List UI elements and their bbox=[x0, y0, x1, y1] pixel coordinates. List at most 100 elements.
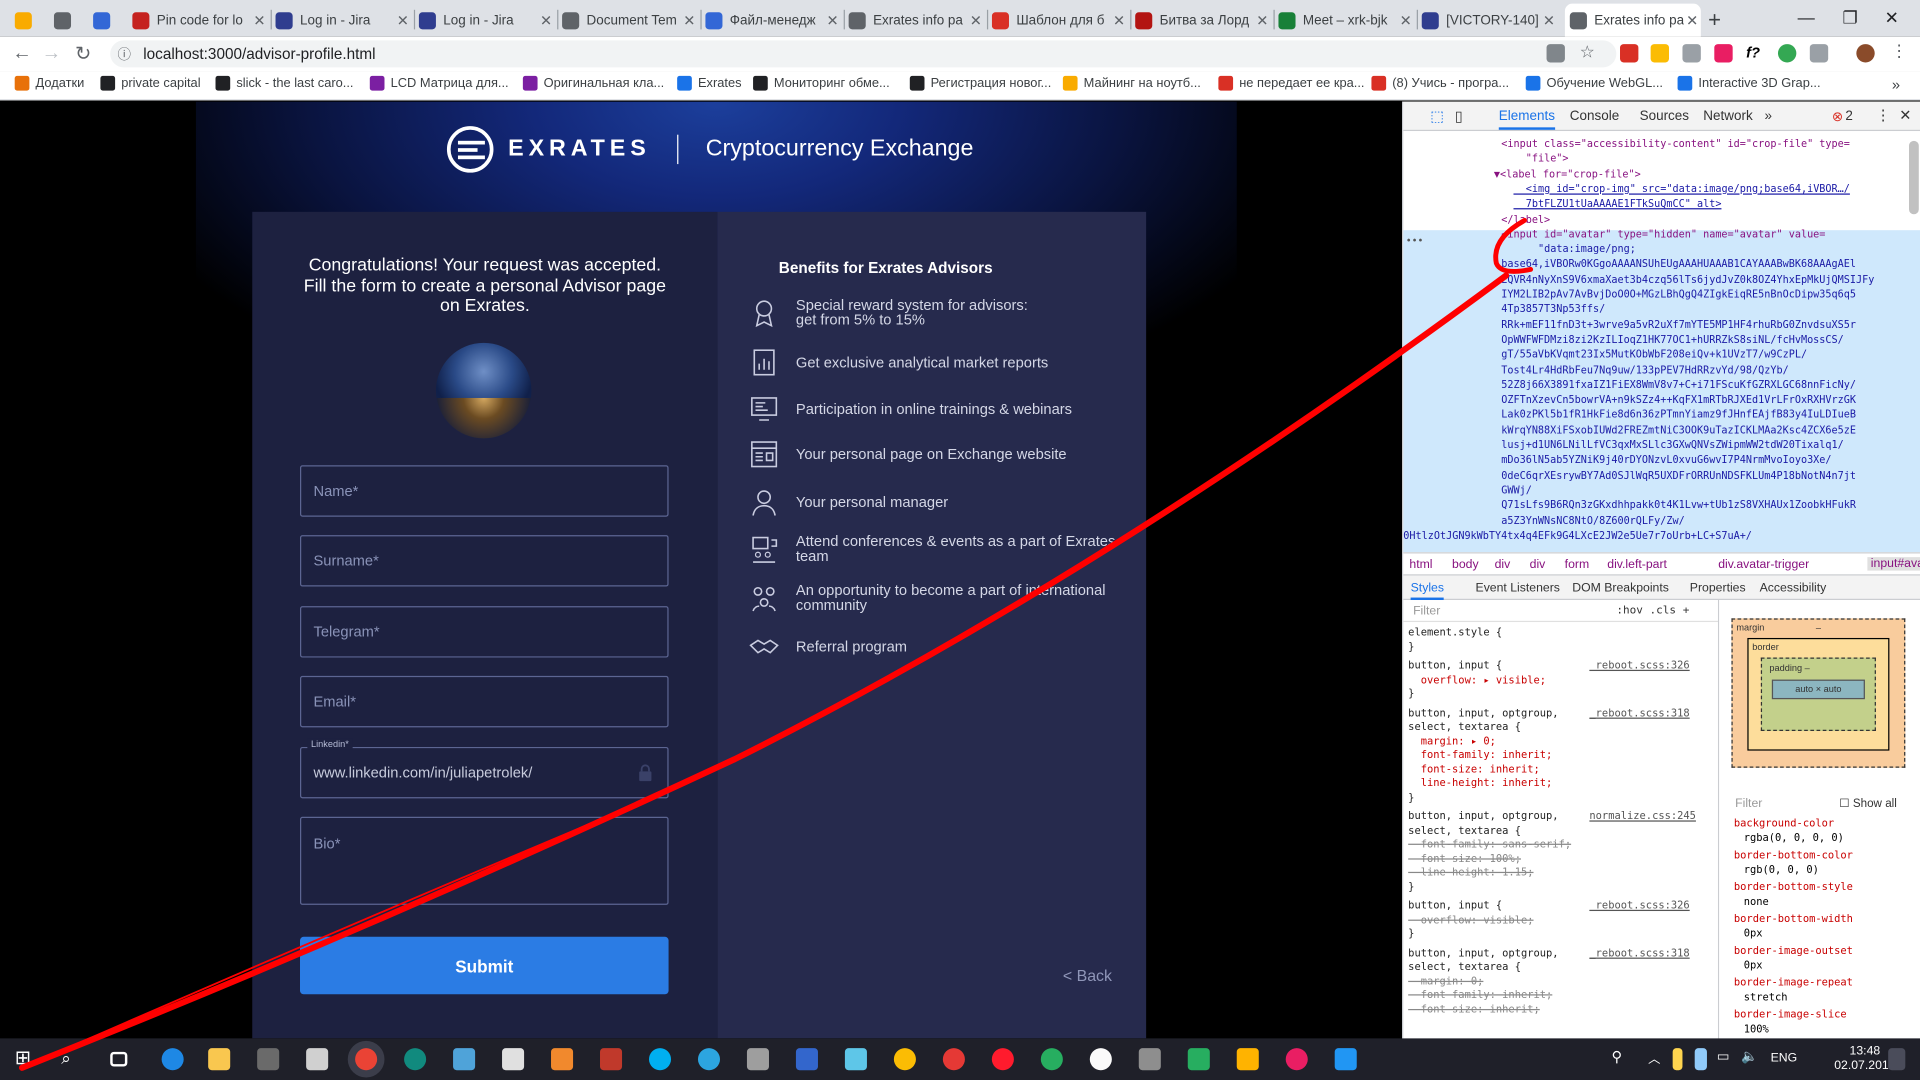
breadcrumb-item[interactable]: body bbox=[1452, 558, 1479, 571]
dom-line[interactable]: ▼<label for="crop-file"> bbox=[1494, 166, 1641, 181]
dom-line[interactable]: 4Tp3857T3Np53ffs/ bbox=[1501, 302, 1605, 317]
tab-close-icon[interactable]: ✕ bbox=[394, 12, 411, 29]
menu-icon[interactable]: ⋮ bbox=[1891, 40, 1909, 60]
tab-close-icon[interactable]: ✕ bbox=[1111, 12, 1128, 29]
extension-icon-3[interactable] bbox=[1682, 44, 1701, 63]
bookmark-item[interactable]: (8) Учись - програ... bbox=[1371, 75, 1509, 91]
browser-tab[interactable]: Pin code for lo ✕ bbox=[132, 4, 268, 37]
css-source-link[interactable]: _reboot.scss:326 bbox=[1589, 900, 1689, 914]
breadcrumb-item[interactable]: input#avatar bbox=[1867, 557, 1920, 571]
filezilla-icon[interactable] bbox=[600, 1048, 623, 1071]
dom-line[interactable]: <input class="accessibility-content" id=… bbox=[1501, 136, 1850, 151]
bookmark-item[interactable]: не передает ее кра... bbox=[1218, 75, 1365, 91]
site-logo[interactable]: EXRATES Cryptocurrency Exchange bbox=[446, 126, 973, 173]
app-icon-4[interactable] bbox=[844, 1048, 867, 1071]
store-icon[interactable] bbox=[257, 1048, 280, 1071]
bookmark-item[interactable]: LCD Матрица для... bbox=[369, 75, 509, 91]
language-indicator[interactable]: ENG bbox=[1771, 1052, 1798, 1065]
tray-chevron-icon[interactable]: ︿ bbox=[1648, 1048, 1670, 1070]
dom-line[interactable]: IYM2LIB2pAv7AvBvjDoO0O+MGzLBhQgQ4ZIgkEiq… bbox=[1501, 287, 1856, 302]
bookmark-item[interactable]: Обучение WebGL... bbox=[1525, 75, 1663, 91]
app-icon-8[interactable] bbox=[1089, 1048, 1112, 1071]
bookmark-item[interactable]: slick - the last caro... bbox=[215, 75, 354, 91]
css-rule-line[interactable]: select, textarea { bbox=[1408, 961, 1521, 975]
dom-tree[interactable]: ••• <input class="accessibility-content"… bbox=[1403, 131, 1920, 553]
error-icon[interactable]: ⊗ bbox=[1832, 109, 1843, 125]
css-rule-line[interactable]: } bbox=[1408, 881, 1414, 895]
devtools-close-icon[interactable]: ✕ bbox=[1899, 107, 1911, 124]
app-icon-3[interactable] bbox=[746, 1048, 769, 1071]
css-rule-line[interactable]: button, input { bbox=[1408, 900, 1502, 914]
css-rule-line[interactable]: } bbox=[1408, 928, 1414, 942]
dom-ellipsis[interactable]: ••• bbox=[1406, 234, 1424, 249]
dom-line[interactable]: kWrqYN88XiFSxobIUWd2FREZmtNiC3OOK9uTazIC… bbox=[1501, 422, 1856, 437]
css-rule-line[interactable]: select, textarea { bbox=[1408, 825, 1521, 839]
computed-filter-input[interactable]: Filter bbox=[1735, 797, 1762, 810]
styles-pane[interactable]: Filter :hov .cls + element.style {} butto… bbox=[1403, 600, 1720, 1041]
browser-tab[interactable]: Битва за Лорд ✕ bbox=[1135, 4, 1271, 37]
css-rule-line[interactable]: overflow: ▸ visible; bbox=[1408, 674, 1546, 688]
notification-icon[interactable] bbox=[1888, 1048, 1906, 1071]
browser-tab[interactable]: [VICTORY-140] ✕ bbox=[1421, 4, 1558, 37]
dom-line[interactable]: base64,iVBORw0KGgoAAAANSUhEUgAAAHUAAAB1C… bbox=[1501, 256, 1856, 271]
sublime-icon[interactable] bbox=[551, 1048, 574, 1071]
browser-tab[interactable]: Log in - Jira ✕ bbox=[275, 4, 412, 37]
subtab-accessibility[interactable]: Accessibility bbox=[1760, 582, 1827, 595]
tray-icon-1[interactable] bbox=[1672, 1048, 1683, 1071]
dom-line[interactable]: a5Z3YnWNsNC8NtO/8Z600rQLFy/Zw/ bbox=[1501, 512, 1685, 527]
file-explorer-icon[interactable] bbox=[208, 1048, 231, 1071]
computed-property[interactable]: background-color rgba(0, 0, 0, 0) bbox=[1734, 818, 1844, 846]
hov-cls-buttons[interactable]: :hov .cls + bbox=[1616, 605, 1689, 619]
css-rule-line[interactable]: button, input { bbox=[1408, 660, 1502, 674]
css-rule-line[interactable]: button, input, optgroup, bbox=[1408, 811, 1558, 825]
tab-close-icon[interactable]: ✕ bbox=[251, 12, 268, 29]
linkedin-input[interactable]: www.linkedin.com/in/juliapetrolek/ bbox=[300, 746, 669, 799]
css-rule-line[interactable]: } bbox=[1408, 688, 1414, 702]
bookmark-item[interactable]: Exrates bbox=[677, 75, 742, 91]
css-rule-line[interactable]: margin: 0; bbox=[1408, 975, 1484, 989]
browser-tab[interactable]: Шаблон для б ✕ bbox=[991, 4, 1128, 37]
bookmark-item[interactable]: Мониторинг обме... bbox=[753, 75, 890, 91]
pinned-tab-3[interactable] bbox=[93, 4, 117, 37]
css-rule-line[interactable]: margin: ▸ 0; bbox=[1408, 735, 1496, 749]
css-rule-line[interactable]: } bbox=[1408, 792, 1414, 806]
css-rule-line[interactable]: font-family: sans-serif; bbox=[1408, 839, 1571, 853]
css-rule-line[interactable]: button, input, optgroup, bbox=[1408, 947, 1558, 961]
translate-icon[interactable] bbox=[1546, 44, 1565, 63]
browser-tab[interactable]: Exrates info pa ✕ bbox=[1564, 3, 1701, 37]
browser-tab[interactable]: Document Tem ✕ bbox=[562, 4, 698, 37]
css-rule-line[interactable]: element.style { bbox=[1408, 627, 1502, 641]
extension-icon-2[interactable] bbox=[1650, 44, 1669, 63]
css-rule-line[interactable]: font-family: inherit; bbox=[1408, 989, 1553, 1003]
forward-arrow-icon[interactable]: → bbox=[39, 42, 63, 66]
dom-line[interactable]: Lak0zPKl5b1fR1HkFie8d6n36zPTmnYiamz9fJHn… bbox=[1501, 407, 1856, 422]
css-rule-line[interactable]: select, textarea { bbox=[1408, 721, 1521, 735]
tab-close-icon[interactable]: ✕ bbox=[1540, 12, 1557, 29]
tab-close-icon[interactable]: ✕ bbox=[538, 12, 555, 29]
opera-icon[interactable] bbox=[991, 1048, 1014, 1071]
app-icon-5[interactable] bbox=[893, 1048, 916, 1071]
calculator-icon[interactable] bbox=[502, 1048, 525, 1071]
dom-line[interactable]: EQVR4nNyXnS9V6xmaXaet3b4czq56lTs6jydJvZ0… bbox=[1501, 271, 1874, 286]
bio-textarea[interactable]: Bio* bbox=[300, 816, 669, 905]
star-icon[interactable]: ☆ bbox=[1580, 42, 1598, 62]
subtab-styles[interactable]: Styles bbox=[1410, 582, 1444, 601]
email-input[interactable]: Email* bbox=[300, 675, 669, 728]
inspect-element-icon[interactable]: ⬚ bbox=[1430, 108, 1444, 125]
tab-network[interactable]: Network bbox=[1703, 109, 1752, 124]
tab-elements[interactable]: Elements bbox=[1498, 109, 1555, 130]
css-rule-line[interactable]: font-size: 100%; bbox=[1408, 853, 1521, 867]
back-link[interactable]: < Back bbox=[1063, 966, 1112, 984]
telegram-icon[interactable] bbox=[697, 1048, 721, 1071]
dom-line[interactable]: "data:image/png; bbox=[1538, 241, 1636, 256]
css-rule-line[interactable]: overflow: visible; bbox=[1408, 914, 1534, 928]
app-icon-9[interactable] bbox=[1138, 1048, 1161, 1071]
dom-line[interactable]: GWWj/ bbox=[1501, 482, 1532, 497]
mail-icon[interactable] bbox=[306, 1048, 329, 1071]
address-bar[interactable]: ⓘ localhost:3000/advisor-profile.html bbox=[110, 40, 1617, 68]
computed-property[interactable]: border-image-outset 0px bbox=[1734, 945, 1853, 973]
vscode-icon[interactable] bbox=[1334, 1048, 1357, 1071]
extension-icon-5[interactable]: f? bbox=[1746, 44, 1764, 62]
people-icon[interactable]: ⚲ bbox=[1611, 1048, 1633, 1070]
breadcrumb-item[interactable]: div bbox=[1495, 558, 1511, 571]
